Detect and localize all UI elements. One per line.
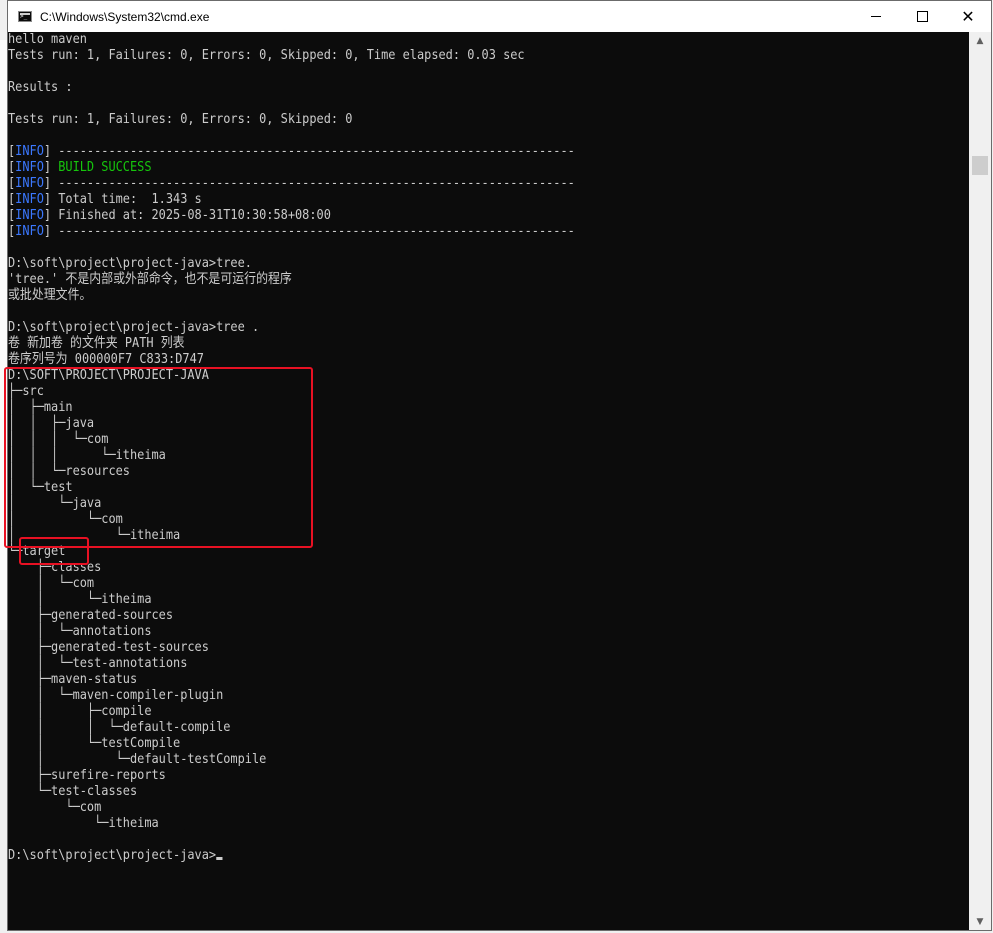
console-line: │ └─java (8, 496, 102, 511)
console-line: [INFO] ---------------------------------… (8, 224, 575, 239)
console-line: │ └─default-testCompile (8, 752, 267, 767)
maximize-icon (916, 11, 928, 22)
minimize-icon (871, 16, 881, 17)
console-line: D:\SOFT\PROJECT\PROJECT-JAVA (8, 368, 209, 383)
console-line: │ └─itheima (8, 592, 152, 607)
scrollbar-thumb[interactable] (972, 156, 988, 175)
scroll-down-arrow-icon[interactable]: ▼ (969, 913, 991, 930)
info-tag: INFO (15, 192, 44, 207)
info-message: ----------------------------------------… (51, 144, 575, 159)
console-line: [INFO] BUILD SUCCESS (8, 160, 152, 175)
console-line: │ │ │ └─itheima (8, 448, 166, 463)
console-line: │ └─com (8, 576, 95, 591)
console-line: │ │ │ └─com (8, 432, 109, 447)
window-title: C:\Windows\System32\cmd.exe (40, 9, 210, 24)
info-message: Finished at: 2025-08-31T10:30:58+08:00 (51, 208, 331, 223)
console-line: [INFO] ---------------------------------… (8, 144, 575, 159)
console-line: │ └─testCompile (8, 736, 181, 751)
console-line: D:\soft\project\project-java> (8, 848, 863, 864)
console-line: ├─generated-test-sources (8, 640, 209, 655)
info-message: ----------------------------------------… (51, 224, 575, 239)
console-line: [INFO] ---------------------------------… (8, 176, 575, 191)
vertical-scrollbar[interactable]: ▲ ▼ (969, 32, 991, 930)
console-line: │ ├─compile (8, 704, 152, 719)
console-line: │ │ └─resources (8, 464, 130, 479)
console-line: ├─src (8, 384, 44, 399)
info-message: BUILD SUCCESS (51, 160, 152, 175)
window-controls: ✕ (853, 1, 991, 32)
console-line: │ │ └─default-compile (8, 720, 231, 735)
console-output[interactable]: hello maven Tests run: 1, Failures: 0, Er… (8, 32, 969, 929)
info-tag: INFO (15, 144, 44, 159)
console-line: 卷序列号为 000000F7 C833:D747 (8, 352, 204, 367)
console-line: [INFO] Total time: 1.343 s (8, 192, 202, 207)
info-message: ----------------------------------------… (51, 176, 575, 191)
scroll-up-arrow-icon[interactable]: ▲ (969, 32, 991, 49)
console-line: Results : (8, 80, 73, 95)
console-line: └─com (8, 800, 102, 815)
console-line: └─itheima (8, 816, 159, 831)
console-line: │ └─maven-compiler-plugin (8, 688, 224, 703)
close-button[interactable]: ✕ (945, 1, 991, 32)
console-line: ├─classes (8, 560, 102, 575)
console-line: Tests run: 1, Failures: 0, Errors: 0, Sk… (8, 48, 525, 63)
info-tag: INFO (15, 160, 44, 175)
console-line: │ └─com (8, 512, 123, 527)
console-line: ├─surefire-reports (8, 768, 166, 783)
console-line: 卷 新加卷 的文件夹 PATH 列表 (8, 336, 185, 351)
console-line: D:\soft\project\project-java>tree. (8, 256, 252, 271)
title-bar[interactable]: C:\Windows\System32\cmd.exe ✕ (8, 1, 991, 32)
console-line: D:\soft\project\project-java>tree . (8, 320, 260, 335)
console-line: ├─generated-sources (8, 608, 174, 623)
maximize-button[interactable] (899, 1, 945, 32)
console-line: Tests run: 1, Failures: 0, Errors: 0, Sk… (8, 112, 353, 127)
info-message: Total time: 1.343 s (51, 192, 202, 207)
info-tag: INFO (15, 224, 44, 239)
console-line: 或批处理文件。 (8, 288, 92, 303)
text-cursor (216, 857, 223, 860)
console-line: └─test-classes (8, 784, 138, 799)
console-line: ├─maven-status (8, 672, 138, 687)
minimize-button[interactable] (853, 1, 899, 32)
console-line: 'tree.' 不是内部或外部命令，也不是可运行的程序 (8, 272, 292, 287)
cmd-app-icon[interactable] (18, 11, 32, 22)
console-line: hello maven (8, 32, 87, 47)
console-line: └─target (8, 544, 66, 559)
console-line: │ └─test-annotations (8, 656, 188, 671)
info-tag: INFO (15, 176, 44, 191)
close-icon: ✕ (961, 7, 975, 26)
info-tag: INFO (15, 208, 44, 223)
console-line: │ │ ├─java (8, 416, 95, 431)
console-line: [INFO] Finished at: 2025-08-31T10:30:58+… (8, 208, 331, 223)
console-line: │ └─test (8, 480, 73, 495)
console-line: │ ├─main (8, 400, 73, 415)
console-line: │ └─annotations (8, 624, 152, 639)
cmd-window: C:\Windows\System32\cmd.exe ✕ hello mave… (4, 0, 992, 931)
console-line: │ └─itheima (8, 528, 181, 543)
